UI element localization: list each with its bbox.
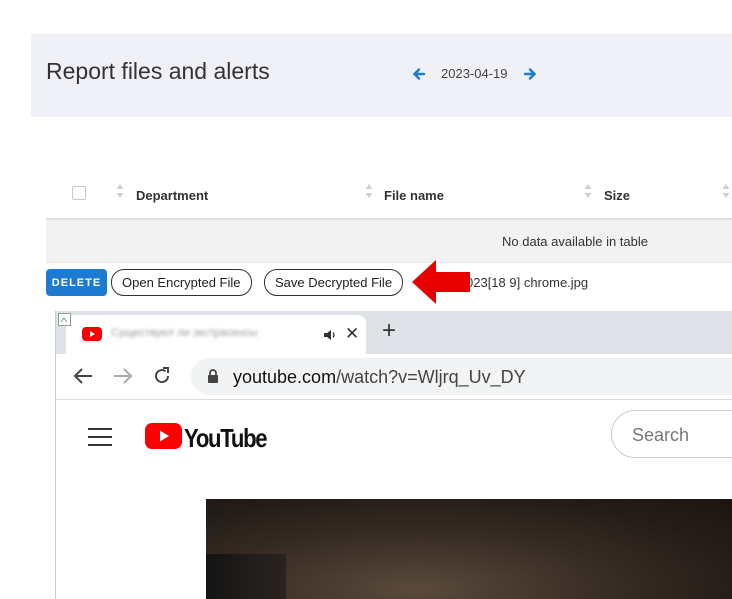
back-icon[interactable]: [72, 366, 94, 386]
url-domain: youtube.com: [233, 367, 337, 387]
red-pointer-arrow-icon: [412, 260, 470, 304]
arrow-left-icon[interactable]: [412, 67, 426, 81]
table-header: Department File name Size: [46, 176, 732, 220]
empty-table-row: No data available in table: [46, 220, 732, 263]
browser-tab-bar: Существуют ли экстрасенсы ✕ +: [56, 311, 732, 354]
url-field[interactable]: youtube.com/watch?v=Wljrq_Uv_DY: [191, 358, 732, 395]
sort-icon[interactable]: [722, 183, 730, 199]
youtube-play-icon: [145, 423, 182, 449]
menu-icon[interactable]: [88, 428, 112, 446]
column-file-name[interactable]: File name: [384, 188, 444, 203]
youtube-logo-text: YouTube: [184, 423, 268, 453]
page-title: Report files and alerts: [46, 58, 270, 84]
column-size[interactable]: Size: [604, 188, 630, 203]
embedded-browser-screenshot: Существуют ли экстрасенсы ✕ + youtube.co…: [55, 311, 732, 599]
youtube-header: YouTube Search: [56, 400, 732, 480]
empty-table-message: No data available in table: [502, 234, 648, 249]
video-player[interactable]: [206, 499, 732, 599]
open-encrypted-file-button[interactable]: Open Encrypted File: [111, 269, 252, 296]
speaker-icon[interactable]: [323, 329, 337, 341]
broken-image-icon: [58, 313, 71, 326]
save-decrypted-file-button[interactable]: Save Decrypted File: [264, 269, 404, 296]
url-path: /watch?v=Wljrq_Uv_DY: [336, 367, 526, 387]
select-all-checkbox[interactable]: [72, 186, 86, 200]
delete-button[interactable]: DELETE: [46, 269, 107, 296]
youtube-favicon-icon: [82, 327, 102, 341]
video-thumbnail-detail: [206, 554, 286, 599]
url-text: youtube.com/watch?v=Wljrq_Uv_DY: [233, 367, 526, 388]
search-placeholder: Search: [632, 425, 690, 445]
sort-icon[interactable]: [116, 183, 124, 199]
current-date: 2023-04-19: [441, 66, 508, 81]
column-department[interactable]: Department: [136, 188, 208, 203]
tab-title: Существуют ли экстрасенсы: [111, 327, 258, 339]
new-tab-icon[interactable]: +: [382, 317, 396, 345]
reload-icon[interactable]: [152, 366, 172, 386]
file-name-text: 023[18 9] chrome.jpg: [466, 275, 589, 290]
file-action-row: DELETE Open Encrypted File Save Decrypte…: [46, 263, 732, 303]
youtube-logo[interactable]: YouTube: [145, 423, 268, 454]
tab-close-icon[interactable]: ✕: [345, 324, 359, 344]
address-bar: youtube.com/watch?v=Wljrq_Uv_DY: [56, 354, 732, 400]
arrow-right-icon[interactable]: [523, 67, 537, 81]
lock-icon[interactable]: [207, 369, 219, 383]
date-navigator: 2023-04-19: [412, 66, 537, 81]
sort-icon[interactable]: [584, 183, 592, 199]
sort-icon[interactable]: [365, 183, 373, 199]
forward-icon[interactable]: [112, 366, 134, 386]
browser-tab[interactable]: Существуют ли экстрасенсы ✕: [66, 315, 366, 354]
youtube-search-input[interactable]: Search: [611, 410, 732, 458]
